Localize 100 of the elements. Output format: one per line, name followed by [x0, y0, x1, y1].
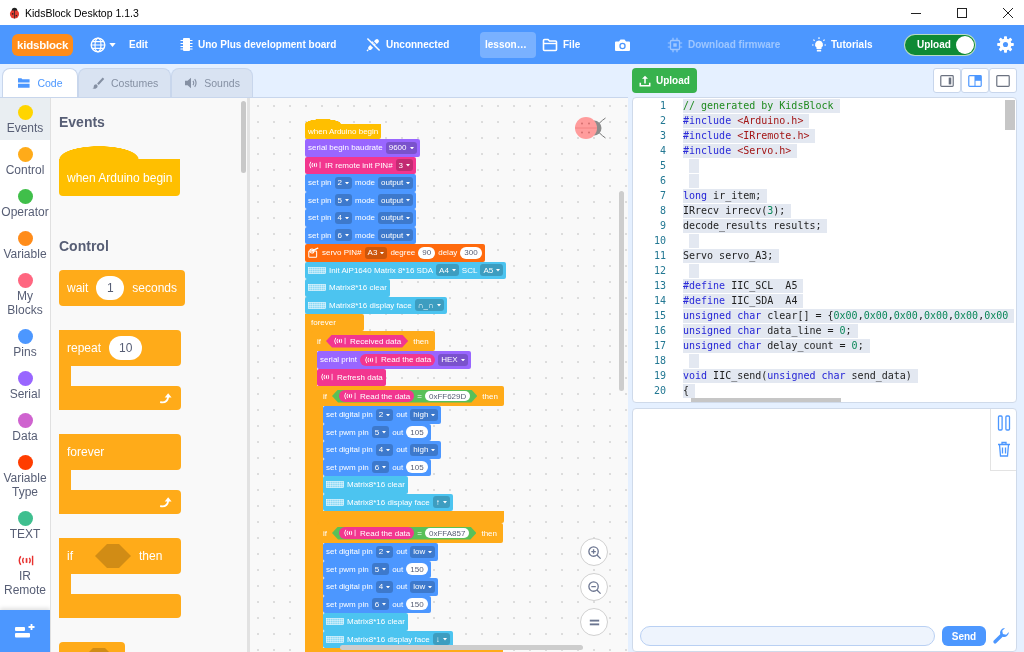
number-input[interactable]: 1	[96, 276, 125, 300]
code-editor[interactable]	[632, 97, 1017, 403]
category-item[interactable]: Variable	[0, 224, 50, 266]
condition-block[interactable]: Received data	[326, 334, 409, 348]
code-block[interactable]: set digital pin 4 out high	[323, 441, 442, 459]
tutorials-button[interactable]: Tutorials	[812, 36, 873, 53]
add-extension-button[interactable]	[0, 610, 50, 652]
category-item[interactable]: Events	[0, 98, 50, 140]
number-input[interactable]: 150	[406, 563, 428, 576]
block-dropdown[interactable]: low	[410, 580, 436, 593]
code-block[interactable]: serial print Read the data HEX	[317, 351, 471, 369]
block-dropdown[interactable]: output	[378, 194, 414, 207]
block-dropdown[interactable]: 6	[371, 598, 390, 611]
block-dropdown[interactable]: 6	[334, 229, 353, 242]
block-dropdown[interactable]: 6	[371, 461, 390, 474]
settings-icon[interactable]	[997, 36, 1014, 53]
zoom-in-button[interactable]	[580, 538, 608, 566]
pause-icon[interactable]	[996, 415, 1011, 431]
block-dropdown[interactable]: 2	[375, 545, 394, 558]
category-item[interactable]: Serial	[0, 364, 50, 406]
globe-icon[interactable]	[90, 36, 106, 53]
close-icon[interactable]	[1003, 7, 1013, 18]
block-dropdown[interactable]: 5	[371, 426, 390, 439]
number-input[interactable]: 0xFF629D	[424, 391, 471, 401]
send-button[interactable]: Send	[942, 626, 986, 646]
block-dropdown[interactable]: A5	[480, 264, 504, 277]
category-item[interactable]: Variable Type	[0, 448, 50, 504]
block-dropdown[interactable]: ∩_∩	[414, 299, 444, 312]
zoom-out-button[interactable]	[580, 573, 608, 601]
scrollbar-thumb[interactable]	[691, 398, 841, 402]
editor-tab[interactable]: Costumes	[78, 68, 172, 97]
code-block[interactable]: set digital pin 2 out high	[323, 406, 442, 424]
camera-icon[interactable]	[614, 37, 631, 52]
reporter-block[interactable]: Read the data	[359, 353, 436, 366]
category-item[interactable]: Operator	[0, 182, 50, 224]
block-dropdown[interactable]: 5	[334, 194, 353, 207]
category-item[interactable]: Pins	[0, 322, 50, 364]
block-dropdown[interactable]: A4	[436, 264, 459, 277]
editor-tab[interactable]: Code	[2, 68, 78, 97]
code-block[interactable]: Matrix8*16 display face ↑	[323, 493, 453, 511]
trash-icon[interactable]	[996, 441, 1011, 457]
code-block[interactable]: servo PIN# A3 degree 90 delay 300	[305, 244, 485, 262]
scrollbar-thumb[interactable]	[340, 645, 583, 650]
number-input[interactable]: 105	[406, 461, 428, 474]
edit-menu[interactable]: Edit	[129, 39, 148, 50]
block-dropdown[interactable]: HEX	[438, 353, 468, 366]
layout-button[interactable]	[989, 68, 1017, 93]
block-dropdown[interactable]: 4	[334, 211, 353, 224]
board-menu[interactable]: Uno Plus development board	[180, 37, 337, 52]
number-input[interactable]: 300	[460, 246, 482, 259]
reporter-block[interactable]: Read the data	[339, 390, 415, 402]
reset-zoom-button[interactable]	[580, 608, 608, 636]
category-item[interactable]: Control	[0, 140, 50, 182]
serial-input-field[interactable]	[640, 626, 935, 646]
reporter-block[interactable]: Read the data	[339, 527, 415, 539]
block-dropdown[interactable]: 4	[375, 443, 394, 456]
code-block[interactable]: set pin 2 mode output	[305, 174, 417, 192]
scrollbar-thumb[interactable]	[1005, 100, 1015, 130]
code-block[interactable]: serial begin baudrate 9600	[305, 139, 420, 157]
number-input[interactable]: 0xFFA857	[424, 528, 470, 538]
number-input[interactable]: 90	[418, 246, 436, 259]
layout-button[interactable]	[961, 68, 989, 93]
wrench-icon[interactable]	[992, 627, 1010, 645]
file-menu[interactable]: File	[542, 37, 581, 52]
layout-button[interactable]	[933, 68, 961, 93]
caret-icon[interactable]	[109, 42, 116, 47]
code-block[interactable]: Init AiP1640 Matrix 8*16 SDA A4 SCL A5	[305, 261, 507, 279]
project-title-field[interactable]: lesson…	[480, 31, 536, 58]
block-dropdown[interactable]: output	[378, 229, 414, 242]
block-dropdown[interactable]: 4	[375, 580, 394, 593]
block-dropdown[interactable]: ↑	[432, 496, 450, 509]
number-input[interactable]: 150	[406, 598, 428, 611]
c-block[interactable]: if Read the data = 0xFF629D then set digital pin 2 out high set pwm pin 5 out 105 set digital pin 4 out high set pwm pin 6 out 105 Matrix8*16 clear Matrix8*16 display face ↑	[317, 386, 504, 523]
number-input[interactable]: 105	[406, 426, 428, 439]
upload-mode-toggle[interactable]: Upload	[904, 33, 976, 56]
block-dropdown[interactable]: 5	[371, 563, 390, 576]
block-dropdown[interactable]: 2	[375, 408, 394, 421]
number-input[interactable]: 10	[109, 336, 143, 360]
block-dropdown[interactable]: 9600	[385, 141, 417, 154]
maximize-icon[interactable]	[957, 7, 967, 18]
block-dropdown[interactable]: low	[410, 545, 436, 558]
category-item[interactable]: My Blocks	[0, 266, 50, 322]
scrollbar-thumb[interactable]	[619, 191, 624, 391]
condition-block[interactable]: Read the data = 0xFF629D	[332, 389, 478, 403]
block-dropdown[interactable]: high	[410, 443, 439, 456]
upload-button[interactable]: Upload	[632, 68, 697, 93]
block-dropdown[interactable]: ↓	[432, 633, 450, 646]
block-dropdown[interactable]: 3	[395, 159, 414, 172]
block-dropdown[interactable]: 2	[334, 176, 353, 189]
condition-block[interactable]: Read the data = 0xFFA857	[332, 526, 477, 540]
code-block[interactable]: set pin 4 mode output	[305, 209, 417, 227]
connection-menu[interactable]: Unconnected	[366, 37, 450, 52]
code-block[interactable]: wait 1 seconds	[59, 270, 186, 306]
category-item[interactable]: TEXT	[0, 504, 50, 546]
code-block[interactable]: set digital pin 4 out low	[323, 578, 439, 596]
block-dropdown[interactable]: output	[378, 211, 414, 224]
code-block[interactable]: set digital pin 2 out low	[323, 543, 439, 561]
editor-tab[interactable]: Sounds	[171, 68, 253, 97]
category-item[interactable]: Data	[0, 406, 50, 448]
block-dropdown[interactable]: A3	[364, 246, 388, 259]
